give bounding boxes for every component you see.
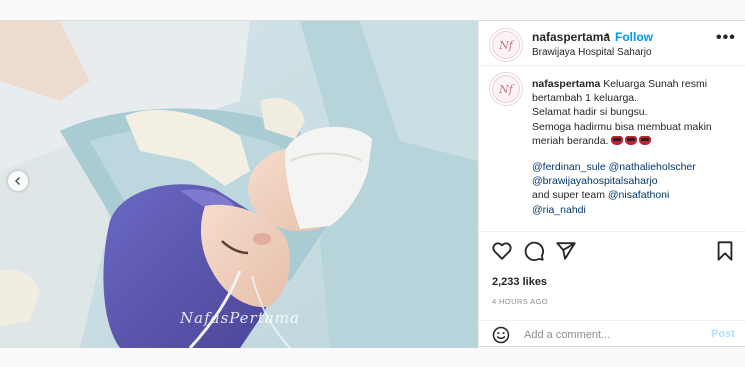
car-emoji-icon (639, 135, 652, 145)
post-location[interactable]: Brawijaya Hospital Saharjo (532, 47, 652, 58)
previous-photo-button[interactable] (8, 171, 28, 191)
photo-illustration (0, 21, 478, 348)
comment-icon[interactable] (523, 240, 545, 262)
caption-line: bertambah 1 keluarga. (532, 92, 638, 105)
caption-mention-last[interactable]: @ria_nahdi (532, 203, 737, 217)
post-timestamp[interactable]: 4 HOURS AGO (492, 297, 548, 306)
post-header: Nf nafaspertama • Follow Brawijaya Hospi… (479, 21, 745, 66)
post-photo[interactable]: NafasPertama (0, 21, 478, 348)
caption-mentions[interactable]: @ferdinan_sule @nathalieholscher (532, 160, 737, 174)
caption-text: Keluarga Sunah resmi (603, 78, 708, 90)
caption-line: and super team @nisafathoni (532, 188, 737, 202)
follow-button[interactable]: Follow (615, 30, 653, 44)
caption-mention-hospital[interactable]: @brawijayahospitalsaharjo (532, 174, 737, 188)
header-separator: • (605, 28, 610, 42)
post-actions (479, 232, 745, 272)
caption-line: nafaspertama Keluarga Sunah resmi (532, 77, 737, 91)
caption-text: meriah beranda. (532, 134, 609, 147)
comment-bar: Post (479, 320, 745, 348)
caption-avatar[interactable]: Nf (489, 72, 523, 106)
comment-input[interactable] (524, 327, 704, 343)
avatar-monogram: Nf (492, 75, 520, 103)
caption-line: Selamat hadir si bungsu. (532, 106, 648, 119)
car-emoji-icon (611, 135, 624, 145)
author-username[interactable]: nafaspertama (532, 30, 610, 44)
caption-line: meriah beranda. (532, 134, 737, 148)
chevron-left-icon (14, 176, 21, 186)
send-icon[interactable] (555, 240, 577, 262)
caption-line: Semoga hadirmu bisa membuat makin (532, 120, 712, 133)
avatar-monogram: Nf (492, 31, 520, 59)
photo-watermark: NafasPertama (180, 309, 300, 327)
post-comment-button[interactable]: Post (711, 328, 735, 340)
caption-section: Nf nafaspertama Keluarga Sunah resmi ber… (479, 66, 745, 232)
smile-icon[interactable] (492, 326, 510, 344)
post-caption: nafaspertama Keluarga Sunah resmi bertam… (532, 77, 737, 217)
like-count[interactable]: 2,233 likes (492, 276, 547, 288)
caption-text: and super team (532, 189, 608, 202)
more-horizontal-icon[interactable]: ••• (716, 29, 736, 47)
post-side-panel: Nf nafaspertama • Follow Brawijaya Hospi… (478, 21, 745, 348)
heart-icon[interactable] (491, 240, 513, 262)
author-avatar[interactable]: Nf (489, 28, 523, 62)
caption-mention-team[interactable]: @nisafathoni (608, 189, 669, 201)
car-emoji-icon (625, 135, 638, 145)
bookmark-icon[interactable] (714, 240, 736, 262)
caption-username[interactable]: nafaspertama (532, 78, 600, 90)
instagram-post: NafasPertama Nf nafaspertama • Follow Br… (0, 20, 745, 348)
